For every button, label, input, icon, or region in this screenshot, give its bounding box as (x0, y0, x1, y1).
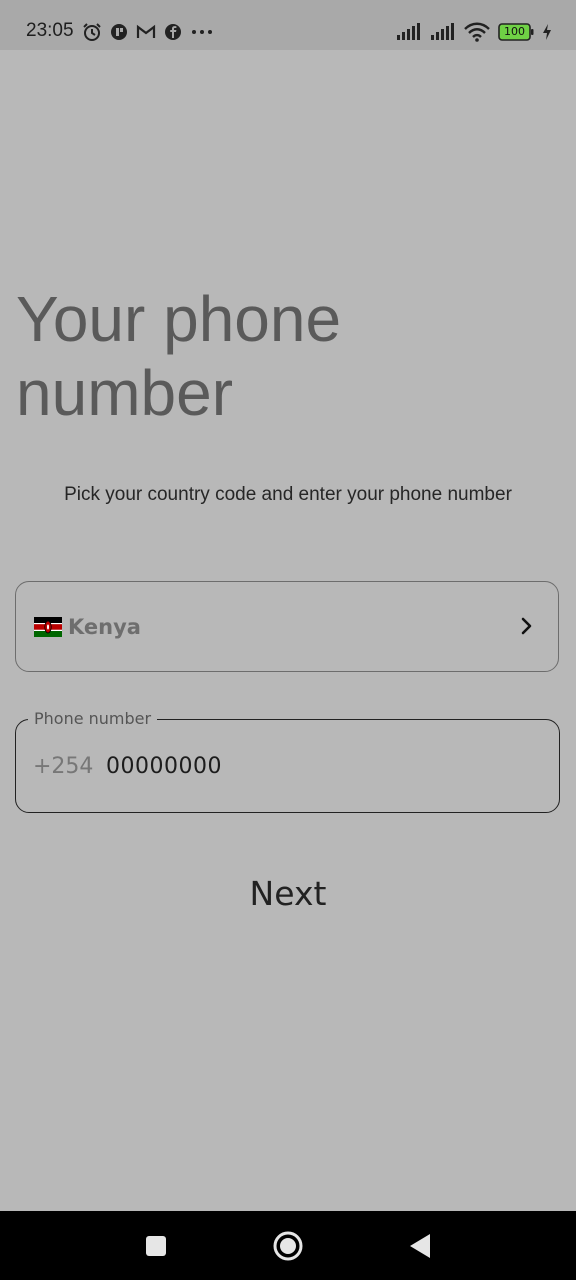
back-button[interactable] (380, 1211, 460, 1280)
page-title: Your phone number (16, 283, 342, 429)
gmail-icon (136, 24, 156, 38)
country-code-prefix: +254 (33, 754, 94, 779)
kenya-flag-icon (34, 616, 62, 637)
chevron-right-icon (521, 617, 532, 635)
alarm-icon (83, 23, 101, 41)
facebook-icon (165, 24, 181, 40)
square-icon (146, 1235, 166, 1256)
status-bar: 23:05 100 (0, 0, 576, 50)
phone-number-field[interactable]: Phone number +254 00000000 (15, 709, 560, 813)
wifi-icon (464, 22, 490, 42)
charging-icon (543, 24, 551, 40)
battery-icon: 100 (498, 23, 534, 41)
home-button[interactable] (248, 1211, 328, 1280)
country-selector[interactable]: Kenya (15, 581, 559, 672)
battery-level: 100 (504, 25, 525, 38)
phone-number-input[interactable]: 00000000 (106, 754, 222, 779)
country-name: Kenya (68, 614, 141, 639)
signal-icon (431, 23, 454, 40)
next-button[interactable]: Next (188, 862, 388, 926)
phone-number-label: Phone number (28, 709, 158, 728)
signal-icon (397, 23, 420, 40)
status-icons-left (82, 21, 214, 43)
navigation-bar (0, 1211, 576, 1280)
status-icons-right: 100 (396, 21, 552, 43)
recents-button[interactable] (116, 1211, 196, 1280)
page-subtitle: Pick your country code and enter your ph… (64, 484, 512, 505)
app-icon (111, 24, 127, 40)
back-triangle-icon (410, 1233, 430, 1258)
status-time: 23:05 (26, 20, 74, 41)
circle-icon (273, 1231, 303, 1260)
more-icon (192, 30, 212, 34)
